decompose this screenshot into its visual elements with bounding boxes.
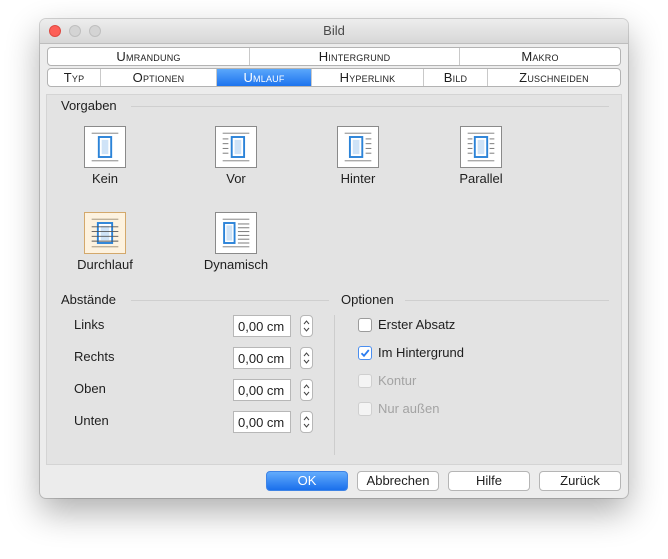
section-separator bbox=[405, 300, 609, 301]
wrap-label: Vor bbox=[226, 171, 246, 186]
wrap-after-icon bbox=[337, 126, 379, 168]
section-separator bbox=[131, 106, 609, 107]
reset-button[interactable]: Zurück bbox=[539, 471, 621, 491]
tab-bild[interactable]: Bild bbox=[424, 69, 488, 86]
im-hintergrund-checkbox[interactable] bbox=[358, 346, 372, 360]
wrap-option-vor[interactable]: Vor bbox=[186, 126, 286, 186]
unten-spin-field[interactable]: 0,00 cm bbox=[233, 411, 291, 433]
wrap-through-icon bbox=[84, 212, 126, 254]
wrap-label: Parallel bbox=[459, 171, 503, 186]
tab-panel-umlauf: Vorgaben Kein Vor Hinter Parallel Durchl… bbox=[46, 94, 622, 465]
tab-zuschneiden[interactable]: Zuschneiden bbox=[488, 69, 620, 86]
wrap-none-icon bbox=[84, 126, 126, 168]
tab-hintergrund[interactable]: Hintergrund bbox=[250, 48, 460, 65]
im-hintergrund-label: Im Hintergrund bbox=[378, 345, 464, 360]
wrap-option-dynamisch[interactable]: Dynamisch bbox=[186, 212, 286, 272]
rechts-spin-field[interactable]: 0,00 cm bbox=[233, 347, 291, 369]
wrap-optimal-icon bbox=[215, 212, 257, 254]
links-spin-field[interactable]: 0,00 cm bbox=[233, 315, 291, 337]
nur-aussen-checkbox[interactable] bbox=[358, 402, 372, 416]
wrap-option-durchlauf[interactable]: Durchlauf bbox=[55, 212, 155, 272]
tab-umrandung[interactable]: Umrandung bbox=[48, 48, 250, 65]
label-unten: Unten bbox=[74, 413, 109, 428]
wrap-option-parallel[interactable]: Parallel bbox=[431, 126, 531, 186]
wrap-label: Dynamisch bbox=[203, 257, 269, 272]
wrap-option-kein[interactable]: Kein bbox=[55, 126, 155, 186]
tab-optionen[interactable]: Optionen bbox=[101, 69, 217, 86]
tab-row-bottom: Typ Optionen Umlauf Hyperlink Bild Zusch… bbox=[47, 68, 621, 87]
wrap-before-icon bbox=[215, 126, 257, 168]
kontur-label: Kontur bbox=[378, 373, 417, 388]
oben-spin-field[interactable]: 0,00 cm bbox=[233, 379, 291, 401]
kontur-checkbox[interactable] bbox=[358, 374, 372, 388]
stepper-arrows-icon bbox=[303, 384, 310, 396]
title-bar: Bild bbox=[40, 19, 628, 44]
checkmark-icon bbox=[360, 349, 370, 358]
erster-absatz-label: Erster Absatz bbox=[378, 317, 456, 332]
wrap-label: Durchlauf bbox=[77, 257, 133, 272]
label-oben: Oben bbox=[74, 381, 106, 396]
rechts-stepper[interactable] bbox=[300, 347, 313, 369]
section-separator bbox=[131, 300, 329, 301]
label-links: Links bbox=[74, 317, 105, 332]
column-divider bbox=[334, 315, 335, 455]
section-title-vorgaben: Vorgaben bbox=[61, 98, 117, 113]
help-button[interactable]: Hilfe bbox=[448, 471, 530, 491]
tab-typ[interactable]: Typ bbox=[48, 69, 101, 86]
tab-hyperlink[interactable]: Hyperlink bbox=[312, 69, 424, 86]
dialog-window: Bild Umrandung Hintergrund Makro Typ Opt… bbox=[40, 19, 628, 498]
ok-button[interactable]: OK bbox=[266, 471, 348, 491]
erster-absatz-checkbox[interactable] bbox=[358, 318, 372, 332]
label-rechts: Rechts bbox=[74, 349, 115, 364]
unten-stepper[interactable] bbox=[300, 411, 313, 433]
stepper-arrows-icon bbox=[303, 416, 310, 428]
links-stepper[interactable] bbox=[300, 315, 313, 337]
tab-makro[interactable]: Makro bbox=[460, 48, 620, 65]
section-title-abstaende: Abstände bbox=[61, 292, 116, 307]
window-title: Bild bbox=[323, 23, 345, 38]
tab-umlauf[interactable]: Umlauf bbox=[217, 69, 312, 86]
cancel-button[interactable]: Abbrechen bbox=[357, 471, 439, 491]
section-title-optionen: Optionen bbox=[341, 292, 394, 307]
wrap-label: Hinter bbox=[340, 171, 376, 186]
oben-stepper[interactable] bbox=[300, 379, 313, 401]
stepper-arrows-icon bbox=[303, 352, 310, 364]
wrap-label: Kein bbox=[91, 171, 119, 186]
wrap-parallel-icon bbox=[460, 126, 502, 168]
tab-row-top: Umrandung Hintergrund Makro bbox=[47, 47, 621, 66]
nur-aussen-label: Nur außen bbox=[378, 401, 440, 416]
wrap-option-hinter[interactable]: Hinter bbox=[308, 126, 408, 186]
stepper-arrows-icon bbox=[303, 320, 310, 332]
